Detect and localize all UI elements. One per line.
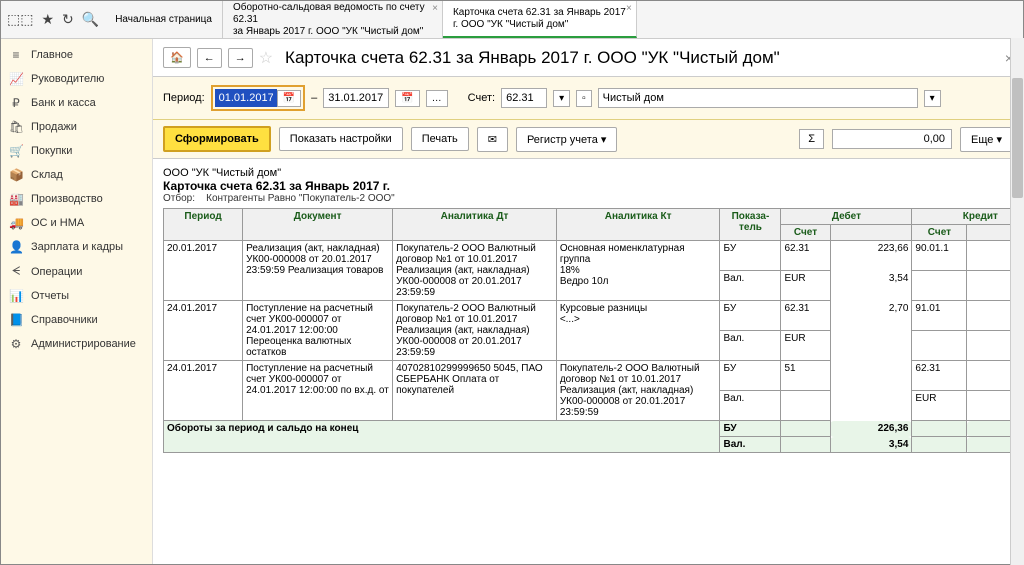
more-button[interactable]: Еще ▾ (960, 127, 1013, 152)
params-panel: Период: 📅 – 📅 … Счет: ▾ ▫ ▾ (153, 77, 1023, 120)
report-table: Период Документ Аналитика Дт Аналитика К… (163, 208, 1023, 453)
sidebar-item-bank[interactable]: ₽Банк и касса (1, 91, 152, 115)
menu-icon: ≡ (9, 48, 23, 62)
book-icon: 📘 (9, 313, 23, 327)
period-label: Период: (163, 92, 205, 104)
sidebar-item-production[interactable]: 🏭Производство (1, 187, 152, 211)
settings-button[interactable]: Показать настройки (279, 127, 403, 151)
bars-icon: 📊 (9, 289, 23, 303)
gear-icon: ⚙ (9, 337, 23, 351)
calendar-icon[interactable]: 📅 (277, 90, 301, 107)
cart-icon: 🛒 (9, 144, 23, 158)
report-area: ООО "УК "Чистый дом" Карточка счета 62.3… (153, 159, 1023, 564)
select-button[interactable]: ▫ (576, 90, 592, 107)
tab-osv[interactable]: Оборотно-сальдовая ведомость по счету 62… (223, 1, 443, 38)
ops-icon: ᗕ (9, 264, 23, 279)
search-icon[interactable]: 🔍 (82, 11, 99, 28)
sidebar-item-sales[interactable]: 🛍Продажи (1, 115, 152, 139)
sidebar-item-main[interactable]: ≡Главное (1, 43, 152, 67)
chart-icon: 📈 (9, 72, 23, 86)
org-input[interactable] (598, 88, 918, 108)
sidebar-item-assets[interactable]: 🚚ОС и НМА (1, 211, 152, 235)
sigma-label: Σ (799, 129, 824, 149)
account-input[interactable] (501, 88, 547, 108)
factory-icon: 🏭 (9, 192, 23, 206)
sidebar-item-operations[interactable]: ᗕОперации (1, 259, 152, 284)
forward-button[interactable]: → (228, 48, 253, 68)
email-button[interactable]: ✉ (477, 127, 508, 152)
report-title: Карточка счета 62.31 за Январь 2017 г. (163, 179, 390, 193)
page-title: Карточка счета 62.31 за Январь 2017 г. О… (285, 48, 780, 68)
dropdown-icon[interactable]: ▾ (924, 90, 941, 107)
person-icon: 👤 (9, 240, 23, 254)
tab-home[interactable]: Начальная страница (105, 1, 223, 38)
sidebar-item-payroll[interactable]: 👤Зарплата и кадры (1, 235, 152, 259)
toolbar: Сформировать Показать настройки Печать ✉… (153, 120, 1023, 159)
close-icon[interactable]: × (432, 3, 438, 15)
ruble-icon: ₽ (9, 96, 23, 110)
star-icon[interactable]: ★ (41, 11, 54, 28)
back-button[interactable]: ← (197, 48, 222, 68)
sidebar-item-reports[interactable]: 📊Отчеты (1, 284, 152, 308)
box-icon: 📦 (9, 168, 23, 182)
total-box: 0,00 (832, 129, 952, 149)
calendar-icon[interactable]: 📅 (395, 90, 419, 107)
sidebar-item-purchases[interactable]: 🛒Покупки (1, 139, 152, 163)
sidebar-item-manager[interactable]: 📈Руководителю (1, 67, 152, 91)
dropdown-icon[interactable]: ▾ (553, 90, 570, 107)
sidebar-item-refs[interactable]: 📘Справочники (1, 308, 152, 332)
bag-icon: 🛍 (9, 120, 23, 134)
favorite-icon[interactable]: ☆ (259, 48, 273, 68)
table-row[interactable]: 20.01.2017 Реализация (акт, накладная) У… (164, 241, 1024, 271)
print-button[interactable]: Печать (411, 127, 469, 151)
form-button[interactable]: Сформировать (163, 126, 271, 152)
sidebar: ≡Главное 📈Руководителю ₽Банк и касса 🛍Пр… (1, 39, 153, 564)
sidebar-item-admin[interactable]: ⚙Администрирование (1, 332, 152, 356)
history-icon[interactable]: ↻ (62, 11, 74, 28)
tab-card[interactable]: Карточка счета 62.31 за Январь 2017г. ОО… (443, 1, 637, 38)
scrollbar[interactable] (1010, 39, 1023, 564)
truck-icon: 🚚 (9, 216, 23, 230)
close-icon[interactable]: × (626, 3, 632, 15)
apps-icon[interactable]: ⬚⬚ (7, 11, 33, 28)
period-picker-button[interactable]: … (426, 90, 448, 107)
register-button[interactable]: Регистр учета ▾ (516, 127, 617, 152)
date-to-input[interactable] (323, 88, 389, 108)
report-org: ООО "УК "Чистый дом" (163, 167, 1013, 179)
home-button[interactable]: 🏠 (163, 47, 191, 68)
sidebar-item-warehouse[interactable]: 📦Склад (1, 163, 152, 187)
table-row[interactable]: 24.01.2017 Поступление на расчетный счет… (164, 361, 1024, 391)
top-toolbar: ⬚⬚ ★ ↻ 🔍 Начальная страница Оборотно-сал… (1, 1, 1023, 39)
account-label: Счет: (468, 92, 495, 104)
date-from-input[interactable] (215, 89, 277, 107)
titlebar: 🏠 ← → ☆ Карточка счета 62.31 за Январь 2… (153, 39, 1023, 77)
table-row[interactable]: 24.01.2017 Поступление на расчетный счет… (164, 301, 1024, 331)
summary-row: Обороты за период и сальдо на конец БУ 2… (164, 421, 1024, 437)
